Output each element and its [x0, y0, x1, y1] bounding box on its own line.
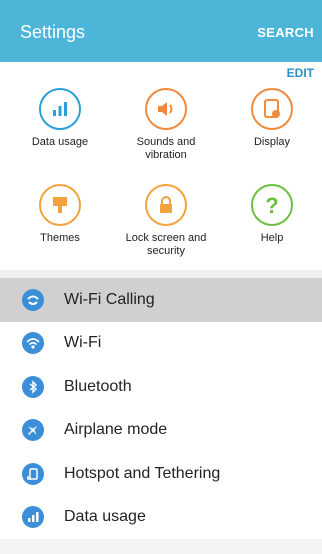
- speaker-icon: [145, 88, 187, 130]
- data-usage-icon: [22, 506, 44, 529]
- section-divider: [0, 270, 322, 278]
- settings-item-wifi[interactable]: Wi-Fi: [0, 321, 322, 365]
- quick-setting-label: Data usage: [31, 136, 89, 148]
- wifi-icon: [22, 332, 44, 355]
- search-button[interactable]: SEARCH: [257, 25, 314, 40]
- edit-button[interactable]: EDIT: [287, 66, 314, 80]
- settings-item-label: Hotspot and Tethering: [64, 464, 221, 482]
- paintbrush-icon: [39, 184, 81, 226]
- quick-setting-display[interactable]: Display: [222, 88, 322, 149]
- settings-item-data-usage[interactable]: Data usage: [0, 495, 322, 539]
- quick-setting-themes[interactable]: Themes: [10, 184, 110, 245]
- page-title: Settings: [20, 22, 86, 42]
- app-header: Settings SEARCH: [0, 0, 322, 62]
- bluetooth-icon: [22, 375, 44, 398]
- quick-setting-label: Lock screen and security: [125, 232, 207, 257]
- settings-item-label: Bluetooth: [64, 377, 132, 395]
- settings-item-label: Airplane mode: [64, 421, 168, 439]
- quick-setting-sounds[interactable]: Sounds and vibration: [116, 88, 216, 162]
- airplane-icon: [22, 419, 44, 442]
- lock-icon: [145, 184, 187, 226]
- settings-item-label: Wi-Fi Calling: [64, 290, 155, 308]
- display-icon: [251, 88, 293, 130]
- settings-list: Wi-Fi Calling Wi-Fi Bluetooth Airplane m…: [0, 278, 322, 539]
- settings-item-label: Wi-Fi: [64, 334, 102, 352]
- settings-item-bluetooth[interactable]: Bluetooth: [0, 365, 322, 409]
- settings-item-label: Data usage: [64, 508, 146, 526]
- quick-setting-label: Help: [260, 232, 284, 244]
- settings-item-airplane-mode[interactable]: Airplane mode: [0, 408, 322, 452]
- quick-setting-data-usage[interactable]: Data usage: [10, 88, 110, 149]
- hotspot-icon: [22, 462, 44, 485]
- quick-setting-label: Display: [253, 136, 291, 148]
- quick-setting-label: Themes: [40, 232, 80, 244]
- settings-item-wifi-calling[interactable]: Wi-Fi Calling: [0, 278, 322, 322]
- bar-chart-icon: [39, 88, 81, 130]
- quick-setting-lock-screen[interactable]: Lock screen and security: [116, 184, 216, 258]
- wifi-calling-icon: [22, 288, 44, 311]
- quick-settings-panel: EDIT Data usage Sounds and vibration Dis…: [0, 62, 322, 270]
- quick-setting-label: Sounds and vibration: [136, 136, 196, 161]
- settings-item-hotspot[interactable]: Hotspot and Tethering: [0, 452, 322, 496]
- question-icon: ?: [251, 184, 293, 226]
- quick-setting-help[interactable]: ? Help: [222, 184, 322, 245]
